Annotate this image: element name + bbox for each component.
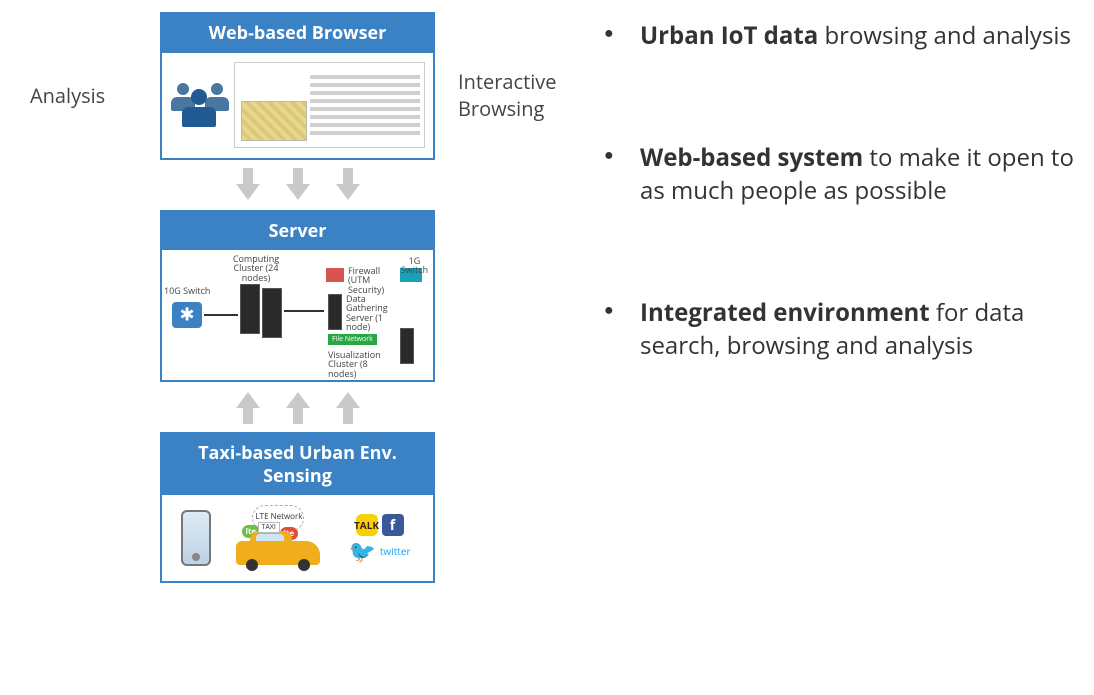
layer-sensing: Taxi-based Urban Env. Sensing LTE Networ… (160, 432, 435, 583)
label-analysis: Analysis (30, 82, 105, 109)
firewall-icon (326, 268, 344, 282)
layer-browser: Web-based Browser (160, 12, 435, 160)
switch-icon (172, 302, 202, 328)
label-computing-cluster: Computing Cluster (24 nodes) (226, 254, 286, 282)
users-icon (170, 75, 230, 135)
arrows-browser-to-server (160, 164, 435, 206)
feature-item: Urban IoT data browsing and analysis (600, 20, 1080, 52)
down-arrow-icon (288, 168, 308, 202)
taxi-icon: TAXI (236, 531, 320, 571)
layer-server-title: Server (162, 212, 433, 251)
server-rack-icon (262, 288, 282, 338)
label-1g-switch: 1G Switch (396, 256, 433, 275)
feature-item-bold: Web-based system (640, 141, 863, 174)
tag-file-network: File Network (328, 334, 377, 345)
feature-item-bold: Integrated environment (640, 296, 930, 329)
facebook-icon: f (382, 514, 404, 536)
label-lte-network: LTE Network (256, 511, 303, 522)
label-interactive-browsing: Interactive Browsing (458, 68, 578, 122)
layer-browser-title: Web-based Browser (162, 14, 433, 53)
smartphone-icon (181, 510, 211, 566)
label-data-gathering: Data Gathering Server (1 node) (346, 294, 404, 332)
feature-item-rest: browsing and analysis (818, 19, 1071, 52)
feature-item: Web-based system to make it open to as m… (600, 142, 1080, 207)
label-10g-switch: 10G Switch (164, 286, 210, 295)
taxi-sign: TAXI (258, 522, 280, 533)
architecture-diagram: Web-based Browser Server 10G Switch Comp… (160, 12, 435, 583)
down-arrow-icon (238, 168, 258, 202)
feature-item-bold: Urban IoT data (640, 19, 818, 52)
server-rack-icon (240, 284, 260, 334)
layer-sensing-title: Taxi-based Urban Env. Sensing (162, 434, 433, 495)
feature-item: Integrated environment for data search, … (600, 297, 1080, 362)
feature-list: Urban IoT data browsing and analysis Web… (600, 20, 1080, 452)
server-rack-icon (328, 294, 342, 330)
browser-mock-icon (234, 62, 425, 148)
arrows-sensing-to-server (160, 386, 435, 428)
label-twitter: twitter (380, 544, 411, 558)
down-arrow-icon (338, 168, 358, 202)
twitter-icon: 🐦 (348, 540, 375, 562)
server-rack-icon (400, 328, 414, 364)
label-firewall: Firewall (UTM Security) (348, 266, 398, 294)
label-viz-cluster: Visualization Cluster (8 nodes) (328, 350, 398, 378)
up-arrow-icon (238, 390, 258, 424)
up-arrow-icon (338, 390, 358, 424)
up-arrow-icon (288, 390, 308, 424)
kakaotalk-icon: TALK (356, 514, 378, 536)
social-icons: TALK f 🐦 twitter (345, 514, 415, 562)
layer-server: Server 10G Switch Computing Cluster (24 … (160, 210, 435, 383)
